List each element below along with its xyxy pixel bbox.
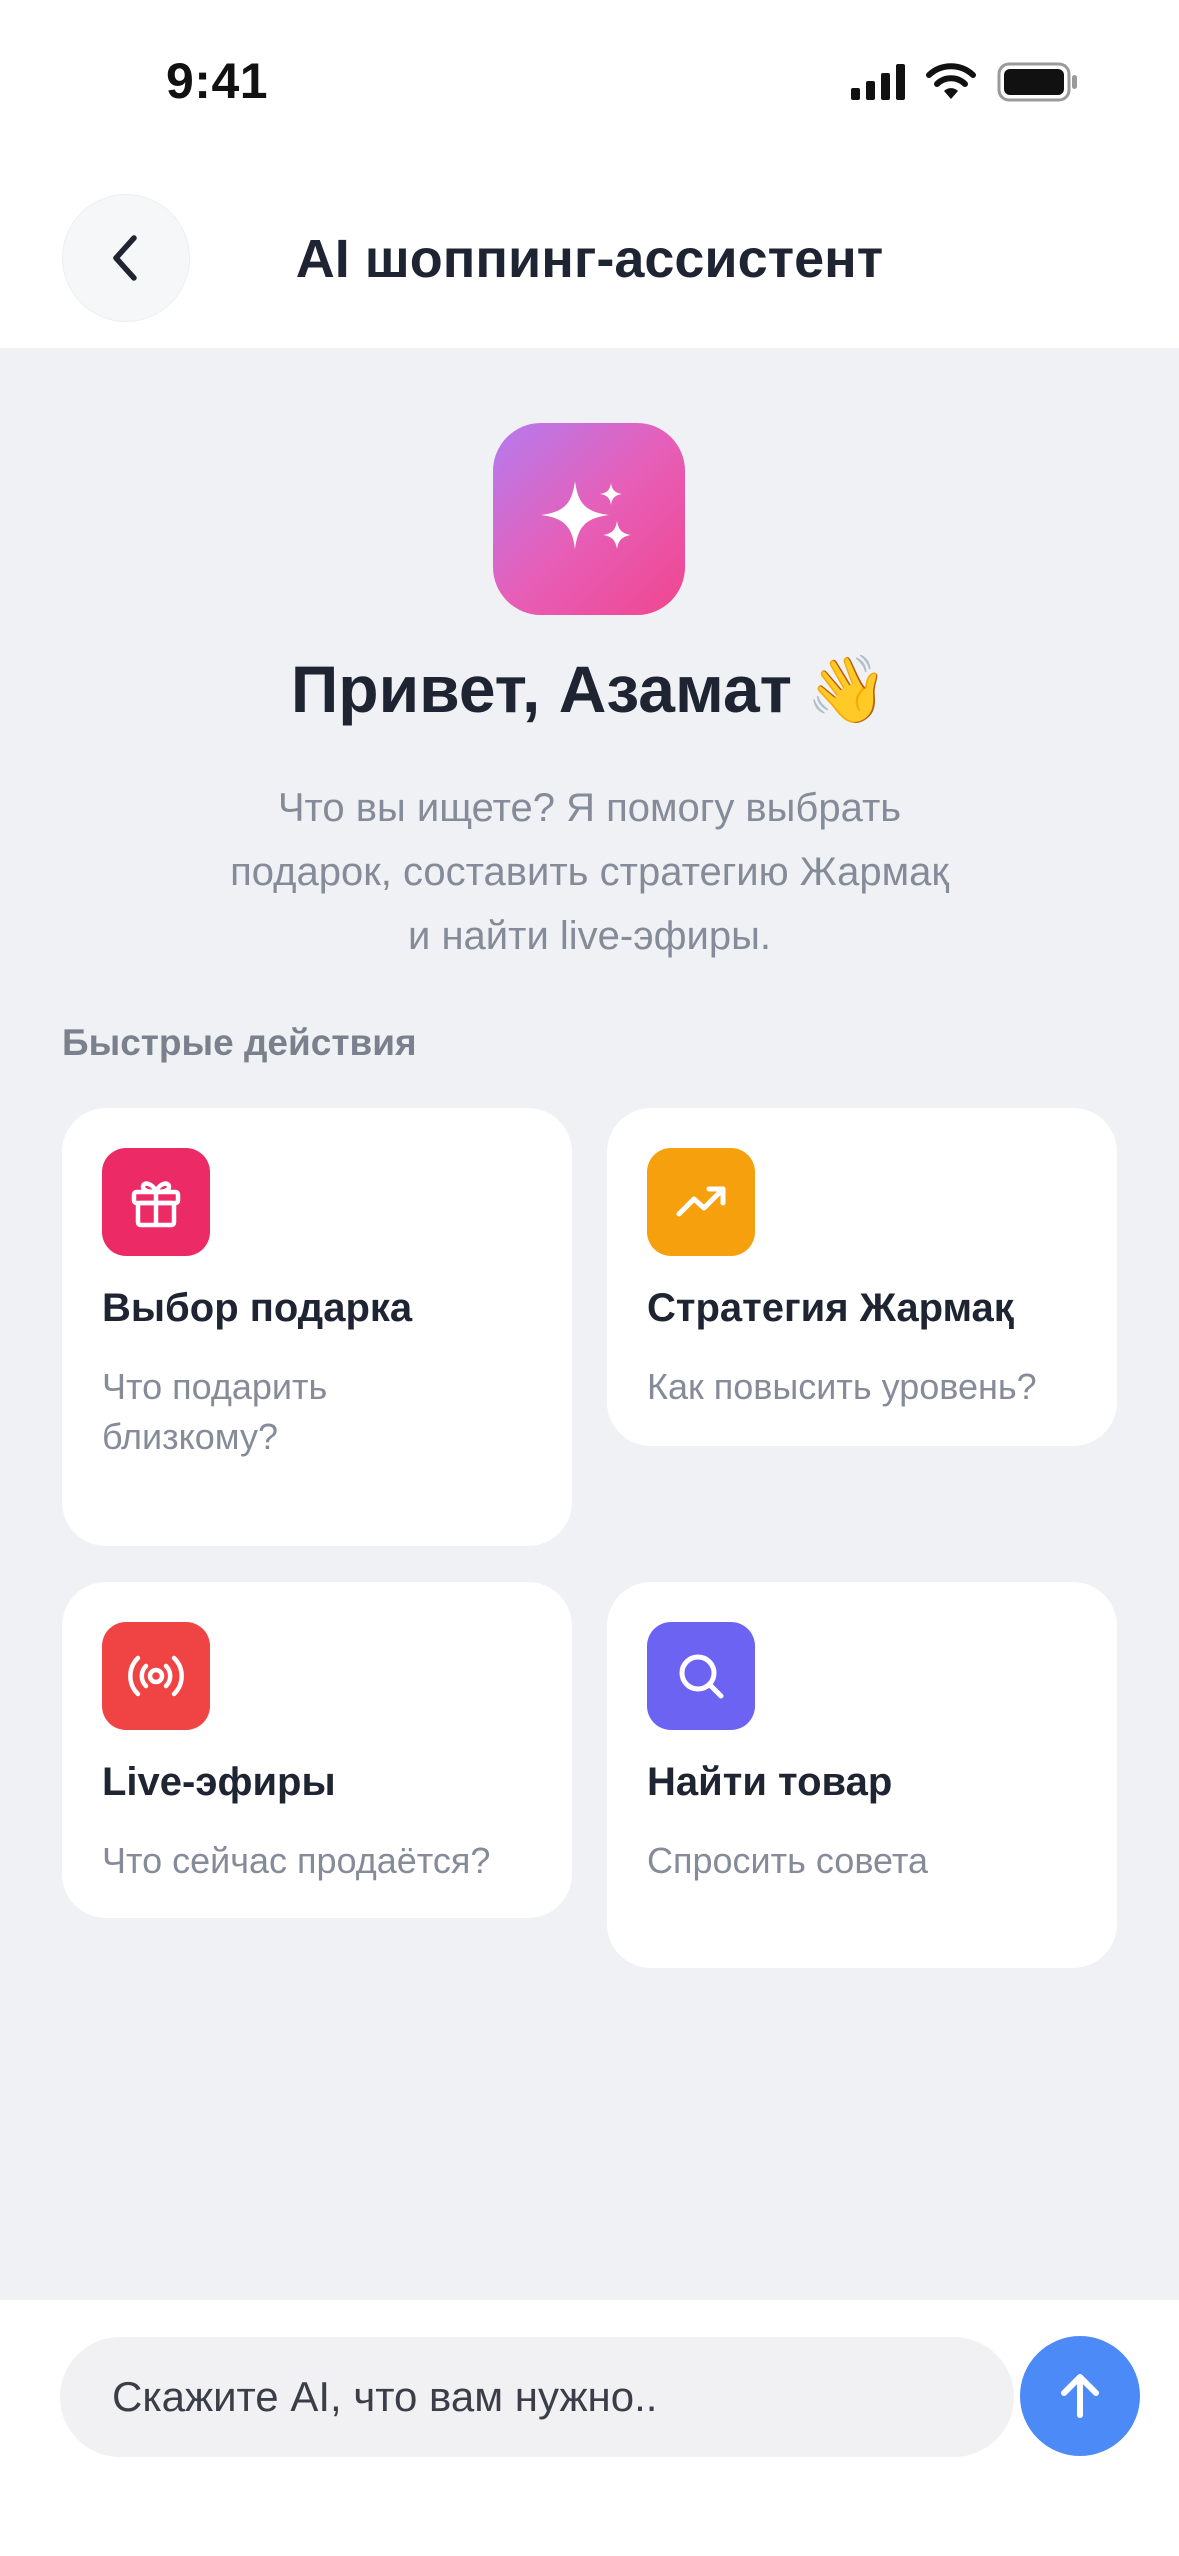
gift-icon xyxy=(102,1148,210,1256)
arrow-up-icon xyxy=(1061,2374,1099,2418)
assistant-avatar xyxy=(493,423,685,615)
broadcast-icon xyxy=(102,1622,210,1730)
chat-area: Привет, Азамат 👋 Что вы ищете? Я помогу в… xyxy=(0,348,1179,2300)
card-title: Выбор подарка xyxy=(102,1286,413,1330)
wifi-icon xyxy=(926,63,976,99)
ai-assistant-screen: 9:41 AI шоппинг-ассистент Привет, Азамат… xyxy=(0,0,1179,2556)
card-subtitle: Как повысить уровень? xyxy=(647,1362,1087,1412)
greeting-text: Привет, Азамат xyxy=(290,652,792,726)
header: AI шоппинг-ассистент xyxy=(0,170,1179,348)
card-title: Найти товар xyxy=(647,1760,893,1804)
card-subtitle-line: близкому? xyxy=(102,1416,278,1457)
status-icons xyxy=(851,62,1079,102)
card-subtitle-line: Что сейчас продаётся? xyxy=(102,1840,491,1881)
search-icon xyxy=(647,1622,755,1730)
page-title: AI шоппинг-ассистент xyxy=(295,229,884,289)
waving-hand-icon: 👋 xyxy=(806,651,889,728)
card-subtitle: Что сейчас продаётся? xyxy=(102,1836,542,1886)
battery-icon xyxy=(997,62,1077,102)
cellular-signal-icon xyxy=(851,64,905,100)
card-subtitle-line: Что подарить xyxy=(102,1366,328,1407)
quick-actions-title: Быстрые действия xyxy=(62,1022,417,1063)
card-subtitle: Спросить совета xyxy=(647,1836,1087,1886)
quick-action-strategy[interactable]: Стратегия Жармақ Как повысить уровень? xyxy=(607,1108,1117,1446)
intro-line: и найти live-эфиры. xyxy=(407,914,772,958)
card-title: Live-эфиры xyxy=(102,1760,336,1804)
status-time: 9:41 xyxy=(166,53,269,109)
send-button[interactable] xyxy=(1020,2336,1140,2456)
intro-line: Что вы ищете? Я помогу выбрать xyxy=(277,786,902,830)
message-composer xyxy=(0,2300,1179,2556)
intro-text: Что вы ищете? Я помогу выбрать подарок, … xyxy=(150,776,1029,968)
card-subtitle: Что подарить близкому? xyxy=(102,1362,542,1462)
chat-input[interactable] xyxy=(60,2337,1014,2457)
card-subtitle-line: Как повысить уровень? xyxy=(647,1366,1037,1407)
intro-line: подарок, составить стратегию Жармақ xyxy=(230,850,949,894)
trending-up-icon xyxy=(647,1148,755,1256)
quick-action-find-product[interactable]: Найти товар Спросить совета xyxy=(607,1582,1117,1968)
card-subtitle-line: Спросить совета xyxy=(647,1840,928,1881)
quick-action-gift[interactable]: Выбор подарка Что подарить близкому? xyxy=(62,1108,572,1546)
greeting-heading: Привет, Азамат 👋 xyxy=(0,651,1179,729)
status-bar: 9:41 xyxy=(0,0,1179,170)
quick-action-live[interactable]: Live-эфиры Что сейчас продаётся? xyxy=(62,1582,572,1918)
sparkles-icon xyxy=(541,481,631,549)
card-title: Стратегия Жармақ xyxy=(647,1286,1014,1330)
